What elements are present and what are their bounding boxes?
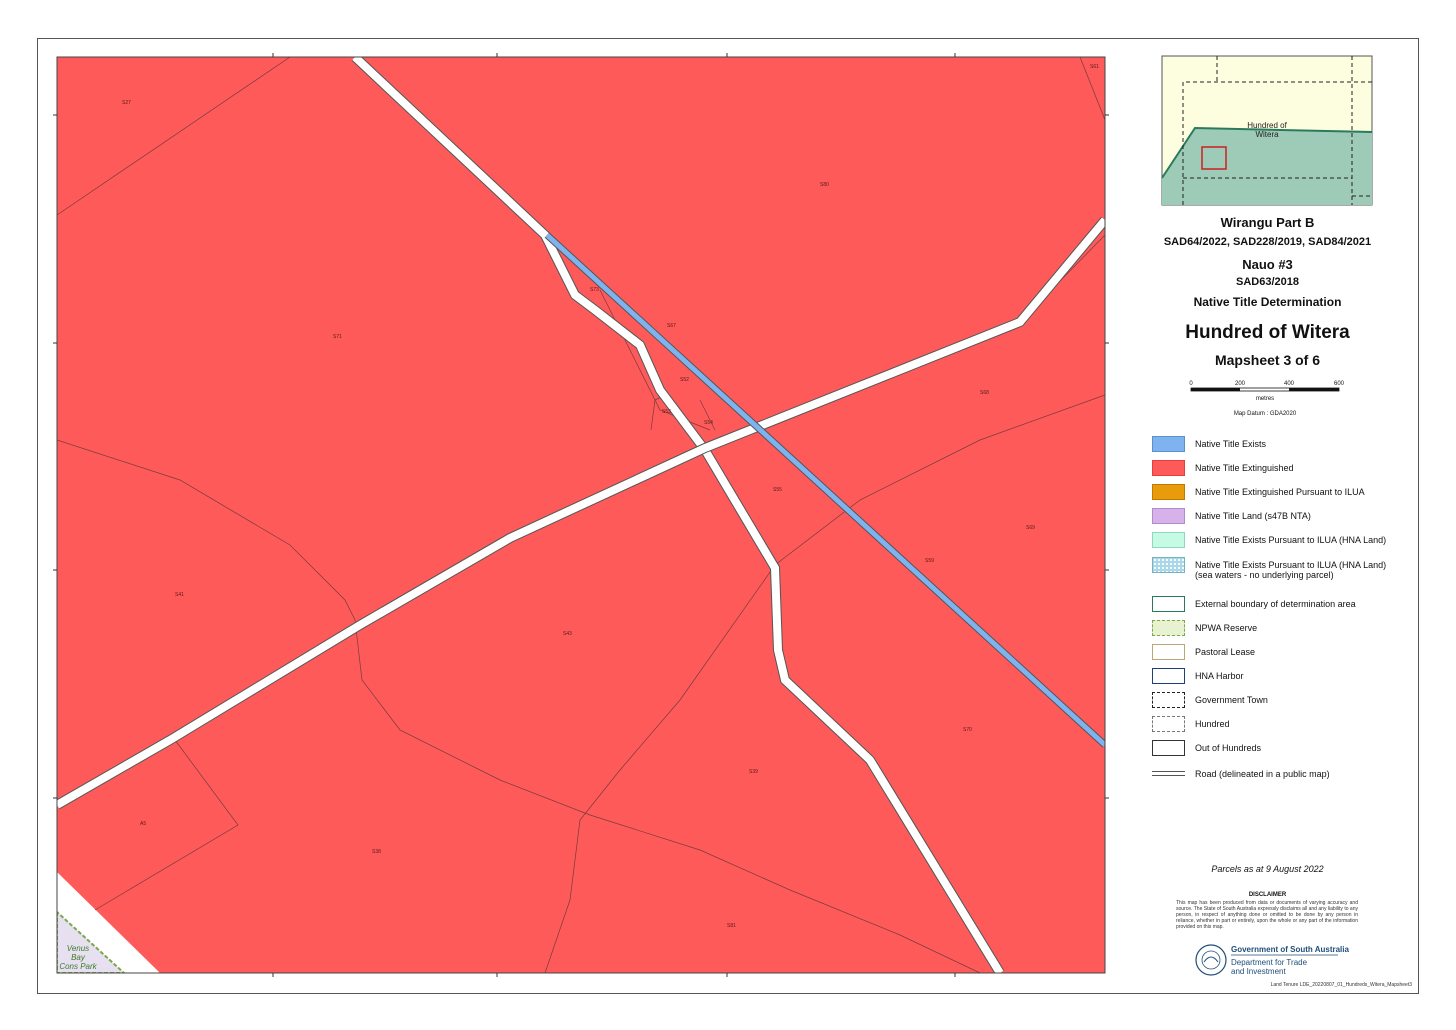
scale-tick-label: 200 [1235, 381, 1246, 387]
reserve-label-line: Venus [67, 944, 89, 953]
legend-swatch [1152, 460, 1185, 476]
legend-item: Road (delineated in a public map) [1152, 766, 1330, 779]
parcel-label: A5 [140, 821, 146, 827]
legend-label: Native Title Exists Pursuant to ILUA (HN… [1195, 535, 1387, 545]
dept-name: Department for Trade [1231, 958, 1308, 967]
legend-item: Native Title Exists Pursuant to ILUA (HN… [1152, 532, 1386, 548]
legend-label: Road (delineated in a public map) [1195, 769, 1330, 779]
dept-name-2: and Investment [1231, 967, 1286, 976]
parcel-label: S70 [963, 727, 972, 733]
parcel-label: S81 [727, 923, 736, 929]
case-numbers: SAD64/2022, SAD228/2019, SAD84/2021 [1163, 236, 1372, 248]
map-title: Hundred of Witera [1185, 322, 1350, 343]
legend-swatch [1152, 740, 1185, 756]
parcel-label: S55 [773, 487, 782, 493]
legend-label: NPWA Reserve [1195, 623, 1258, 633]
legend-item: Native Title Exists [1152, 436, 1266, 452]
legend-label: Native Title Exists Pursuant to ILUA (HN… [1195, 560, 1387, 580]
legend-item: Hundred [1152, 716, 1230, 732]
govt-logo: Government of South Australia Department… [1195, 943, 1395, 977]
parcel-label: S80 [820, 182, 829, 188]
legend-item: Native Title Extinguished [1152, 460, 1294, 476]
parcel-label: S67 [667, 323, 676, 329]
scale-tick-label: 600 [1334, 381, 1345, 387]
parcel-label: S53 [662, 409, 671, 415]
legend-swatch [1152, 436, 1185, 452]
title-nauo: Nauo #3 [1242, 257, 1293, 272]
legend-label: Native Title Exists [1195, 439, 1267, 449]
legend-swatch [1152, 557, 1185, 573]
scale-bar: 0 200 400 600 metres Map Datum : GDA2020 [1189, 381, 1344, 417]
parcel-label: S52 [680, 377, 689, 383]
legend-swatch [1152, 484, 1185, 500]
parcel-label: S41 [175, 592, 184, 598]
inset-map: Hundred of Witera [1161, 55, 1373, 206]
legend-label: Pastoral Lease [1195, 647, 1256, 657]
legend-swatch [1152, 596, 1185, 612]
govt-name: Government of South Australia [1231, 945, 1349, 954]
extinguished-area [57, 57, 1105, 973]
mapsheet-label: Mapsheet 3 of 6 [1214, 352, 1321, 368]
scale-tick-label: 0 [1189, 381, 1193, 387]
scale-tick-label: 400 [1284, 381, 1295, 387]
parcel-label: S73 [590, 287, 599, 293]
parcel-label: S54 [704, 420, 713, 426]
legend-label: HNA Harbor [1195, 671, 1244, 681]
legend-label: External boundary of determination area [1195, 599, 1356, 609]
legend-label: Native Title Extinguished Pursuant to IL… [1195, 487, 1365, 497]
parcel-label: S39 [749, 769, 758, 775]
legend-swatch [1152, 620, 1185, 636]
legend-item: Native Title Exists Pursuant to ILUA (HN… [1152, 557, 1386, 580]
legend-swatch [1152, 692, 1185, 708]
reserve-label-line: Cons Park [59, 962, 97, 971]
legend-item: Government Town [1152, 692, 1268, 708]
legend-item: Pastoral Lease [1152, 644, 1255, 660]
legend-swatch [1152, 716, 1185, 732]
legend-swatch [1152, 668, 1185, 684]
title-wirangu: Wirangu Part B [1220, 215, 1315, 230]
legend-swatch [1152, 532, 1185, 548]
inset-label-line: Hundred of [1247, 121, 1287, 130]
legend-label: Hundred [1195, 719, 1230, 729]
parcel-label: S61 [1090, 64, 1099, 70]
parcel-label: S69 [1026, 525, 1035, 531]
determination-label: Native Title Determination [1193, 295, 1342, 309]
scale-units: metres [1256, 396, 1274, 402]
parcel-label: S38 [372, 849, 381, 855]
parcel-label: S68 [980, 390, 989, 396]
legend-item: Native Title Extinguished Pursuant to IL… [1152, 484, 1365, 500]
parcel-label: S43 [563, 631, 572, 637]
legend-label: Out of Hundreds [1195, 743, 1262, 753]
parcel-label: S59 [925, 558, 934, 564]
parcel-label: S71 [333, 334, 342, 340]
legend-label: Government Town [1195, 695, 1268, 705]
inset-label-line: Witera [1255, 130, 1279, 139]
disclaimer-text: This map has been produced from data or … [1176, 900, 1358, 930]
reserve-label-line: Bay [71, 953, 86, 962]
parcels-date: Parcels as at 9 August 2022 [1211, 864, 1324, 874]
legend-label: Native Title Extinguished [1195, 463, 1294, 473]
legend-swatch [1152, 508, 1185, 524]
legend-item: Native Title Land (s47B NTA) [1152, 508, 1311, 524]
case-number-nauo: SAD63/2018 [1236, 276, 1299, 288]
legend-swatch [1152, 644, 1185, 660]
legend-label: Native Title Land (s47B NTA) [1195, 511, 1311, 521]
legend-item: External boundary of determination area [1152, 596, 1356, 612]
map-datum: Map Datum : GDA2020 [1234, 411, 1297, 417]
legend-item: NPWA Reserve [1152, 620, 1257, 636]
disclaimer-title: DISCLAIMER [1248, 892, 1287, 898]
legend-item: Out of Hundreds [1152, 740, 1261, 756]
footer-reference: Land Tenure LDE_20220807_01_Hundreds_Wit… [1270, 982, 1412, 988]
parcel-label: S27 [122, 100, 131, 106]
legend-item: HNA Harbor [1152, 668, 1244, 684]
legend-swatch [1152, 771, 1185, 776]
